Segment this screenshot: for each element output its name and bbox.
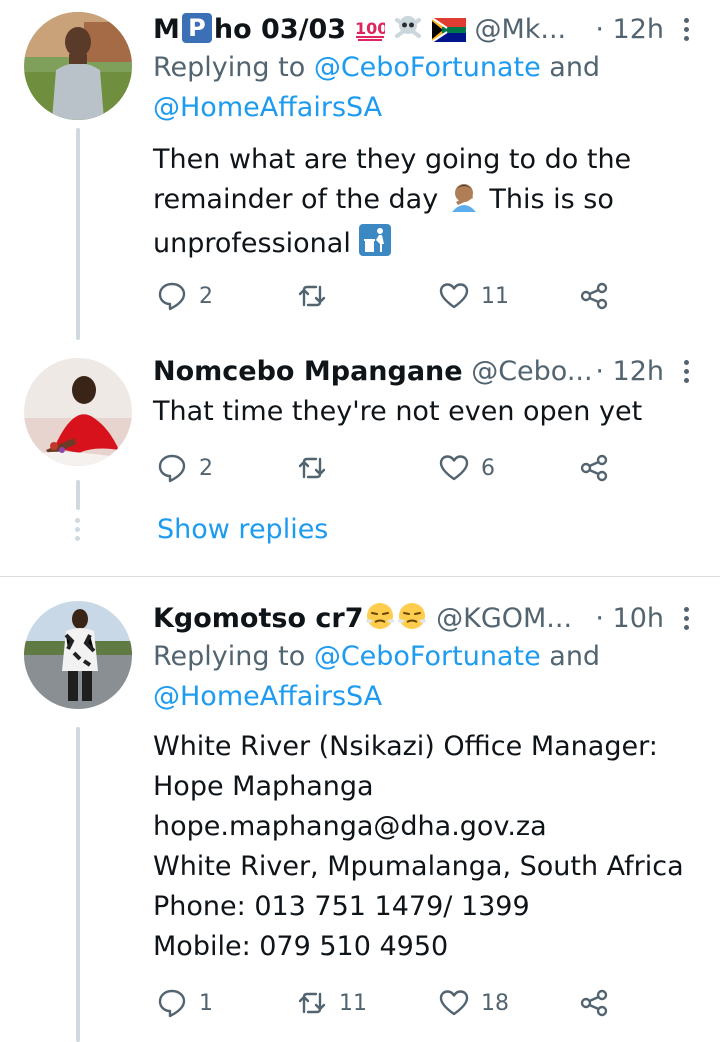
tweet-text: That time they're not even open yet <box>153 396 643 427</box>
share-icon <box>580 989 608 1017</box>
mention-link[interactable]: @HomeAffairsSA <box>153 92 382 123</box>
hundred-emoji-icon: 100 <box>355 12 388 52</box>
action-bar: 1 11 18 <box>153 983 633 1023</box>
author-name[interactable]: M Pho 03/03 <box>153 13 346 45</box>
share-icon <box>580 454 608 482</box>
avatar[interactable] <box>24 12 132 120</box>
tweet-text: White River (Nsikazi) Office Manager: Ho… <box>153 731 684 962</box>
share-button[interactable] <box>579 983 609 1023</box>
tweet-header: Kgomotso cr7 @KGOM... · 10h <box>153 601 696 637</box>
tweet-header: Nomcebo Mpangane @Cebo... · 12h <box>153 354 696 390</box>
share-button[interactable] <box>579 448 609 488</box>
retweet-icon <box>298 457 326 479</box>
like-button[interactable]: 18 <box>439 983 509 1023</box>
timestamp[interactable]: · 12h <box>595 354 664 390</box>
tweet-2[interactable]: Nomcebo Mpangane @Cebo... · 12h That tim… <box>0 340 720 570</box>
heart-icon <box>439 455 469 481</box>
tweet-text: Then what are they going to do the remai… <box>153 140 696 268</box>
mention-link[interactable]: @CeboFortunate <box>314 641 541 672</box>
more-options-icon[interactable] <box>684 360 690 384</box>
reply-button[interactable]: 2 <box>157 448 213 488</box>
mention-link[interactable]: @CeboFortunate <box>314 52 541 83</box>
heart-icon <box>439 990 469 1016</box>
litter-bin-sign-icon <box>359 224 392 268</box>
timestamp[interactable]: · 12h <box>595 12 664 48</box>
replying-to: Replying to @CeboFortunate and @HomeAffa… <box>153 52 601 123</box>
retweet-count: 11 <box>339 990 367 1016</box>
like-count: 6 <box>481 455 495 481</box>
skull-crossbones-icon <box>393 12 423 52</box>
author-handle[interactable]: @Cebo... <box>471 356 592 387</box>
like-count: 18 <box>481 990 509 1016</box>
retweet-button[interactable]: 11 <box>297 983 367 1023</box>
like-button[interactable]: 6 <box>439 448 495 488</box>
action-bar: 2 6 <box>153 448 633 488</box>
reply-count: 2 <box>199 455 213 481</box>
share-icon <box>580 282 608 310</box>
author-handle[interactable]: @Mk... <box>474 14 566 45</box>
reply-icon <box>158 282 186 311</box>
avatar[interactable] <box>24 358 132 466</box>
timestamp[interactable]: · 10h <box>595 601 664 637</box>
retweet-icon <box>298 285 326 307</box>
like-count: 11 <box>481 283 509 309</box>
action-bar: 2 11 <box>153 276 633 316</box>
author-handle[interactable]: @KGOM... <box>436 603 572 634</box>
south-africa-flag-icon <box>431 16 466 52</box>
reply-count: 1 <box>199 990 213 1016</box>
like-button[interactable]: 11 <box>439 276 509 316</box>
reply-button[interactable]: 2 <box>157 276 213 316</box>
heart-icon <box>439 283 469 309</box>
tweet-1[interactable]: M Pho 03/03 100 @Mk... · 12h Replying to … <box>0 0 720 340</box>
tweet-header: M Pho 03/03 100 @Mk... · 12h <box>153 12 696 48</box>
face-with-steam-icon <box>396 601 428 641</box>
share-button[interactable] <box>579 276 609 316</box>
mention-link[interactable]: @HomeAffairsSA <box>153 681 382 712</box>
face-with-steam-icon <box>364 601 396 641</box>
author-name[interactable]: Kgomotso cr7 <box>153 603 364 634</box>
reply-icon <box>158 454 186 483</box>
retweet-button[interactable] <box>297 448 339 488</box>
person-facepalming-icon <box>447 180 481 224</box>
replying-to: Replying to @CeboFortunate and @HomeAffa… <box>153 641 601 712</box>
reply-button[interactable]: 1 <box>157 983 213 1023</box>
more-options-icon[interactable] <box>684 607 690 631</box>
retweet-icon <box>298 992 326 1014</box>
tweet-3[interactable]: Kgomotso cr7 @KGOM... · 10h Replying to … <box>0 577 720 1042</box>
reply-icon <box>158 989 186 1018</box>
author-name[interactable]: Nomcebo Mpangane <box>153 356 463 387</box>
svg-text:100: 100 <box>355 19 385 38</box>
show-replies-link[interactable]: Show replies <box>157 514 328 545</box>
retweet-button[interactable] <box>297 276 339 316</box>
avatar[interactable] <box>24 601 132 709</box>
more-options-icon[interactable] <box>684 18 690 42</box>
reply-count: 2 <box>199 283 213 309</box>
